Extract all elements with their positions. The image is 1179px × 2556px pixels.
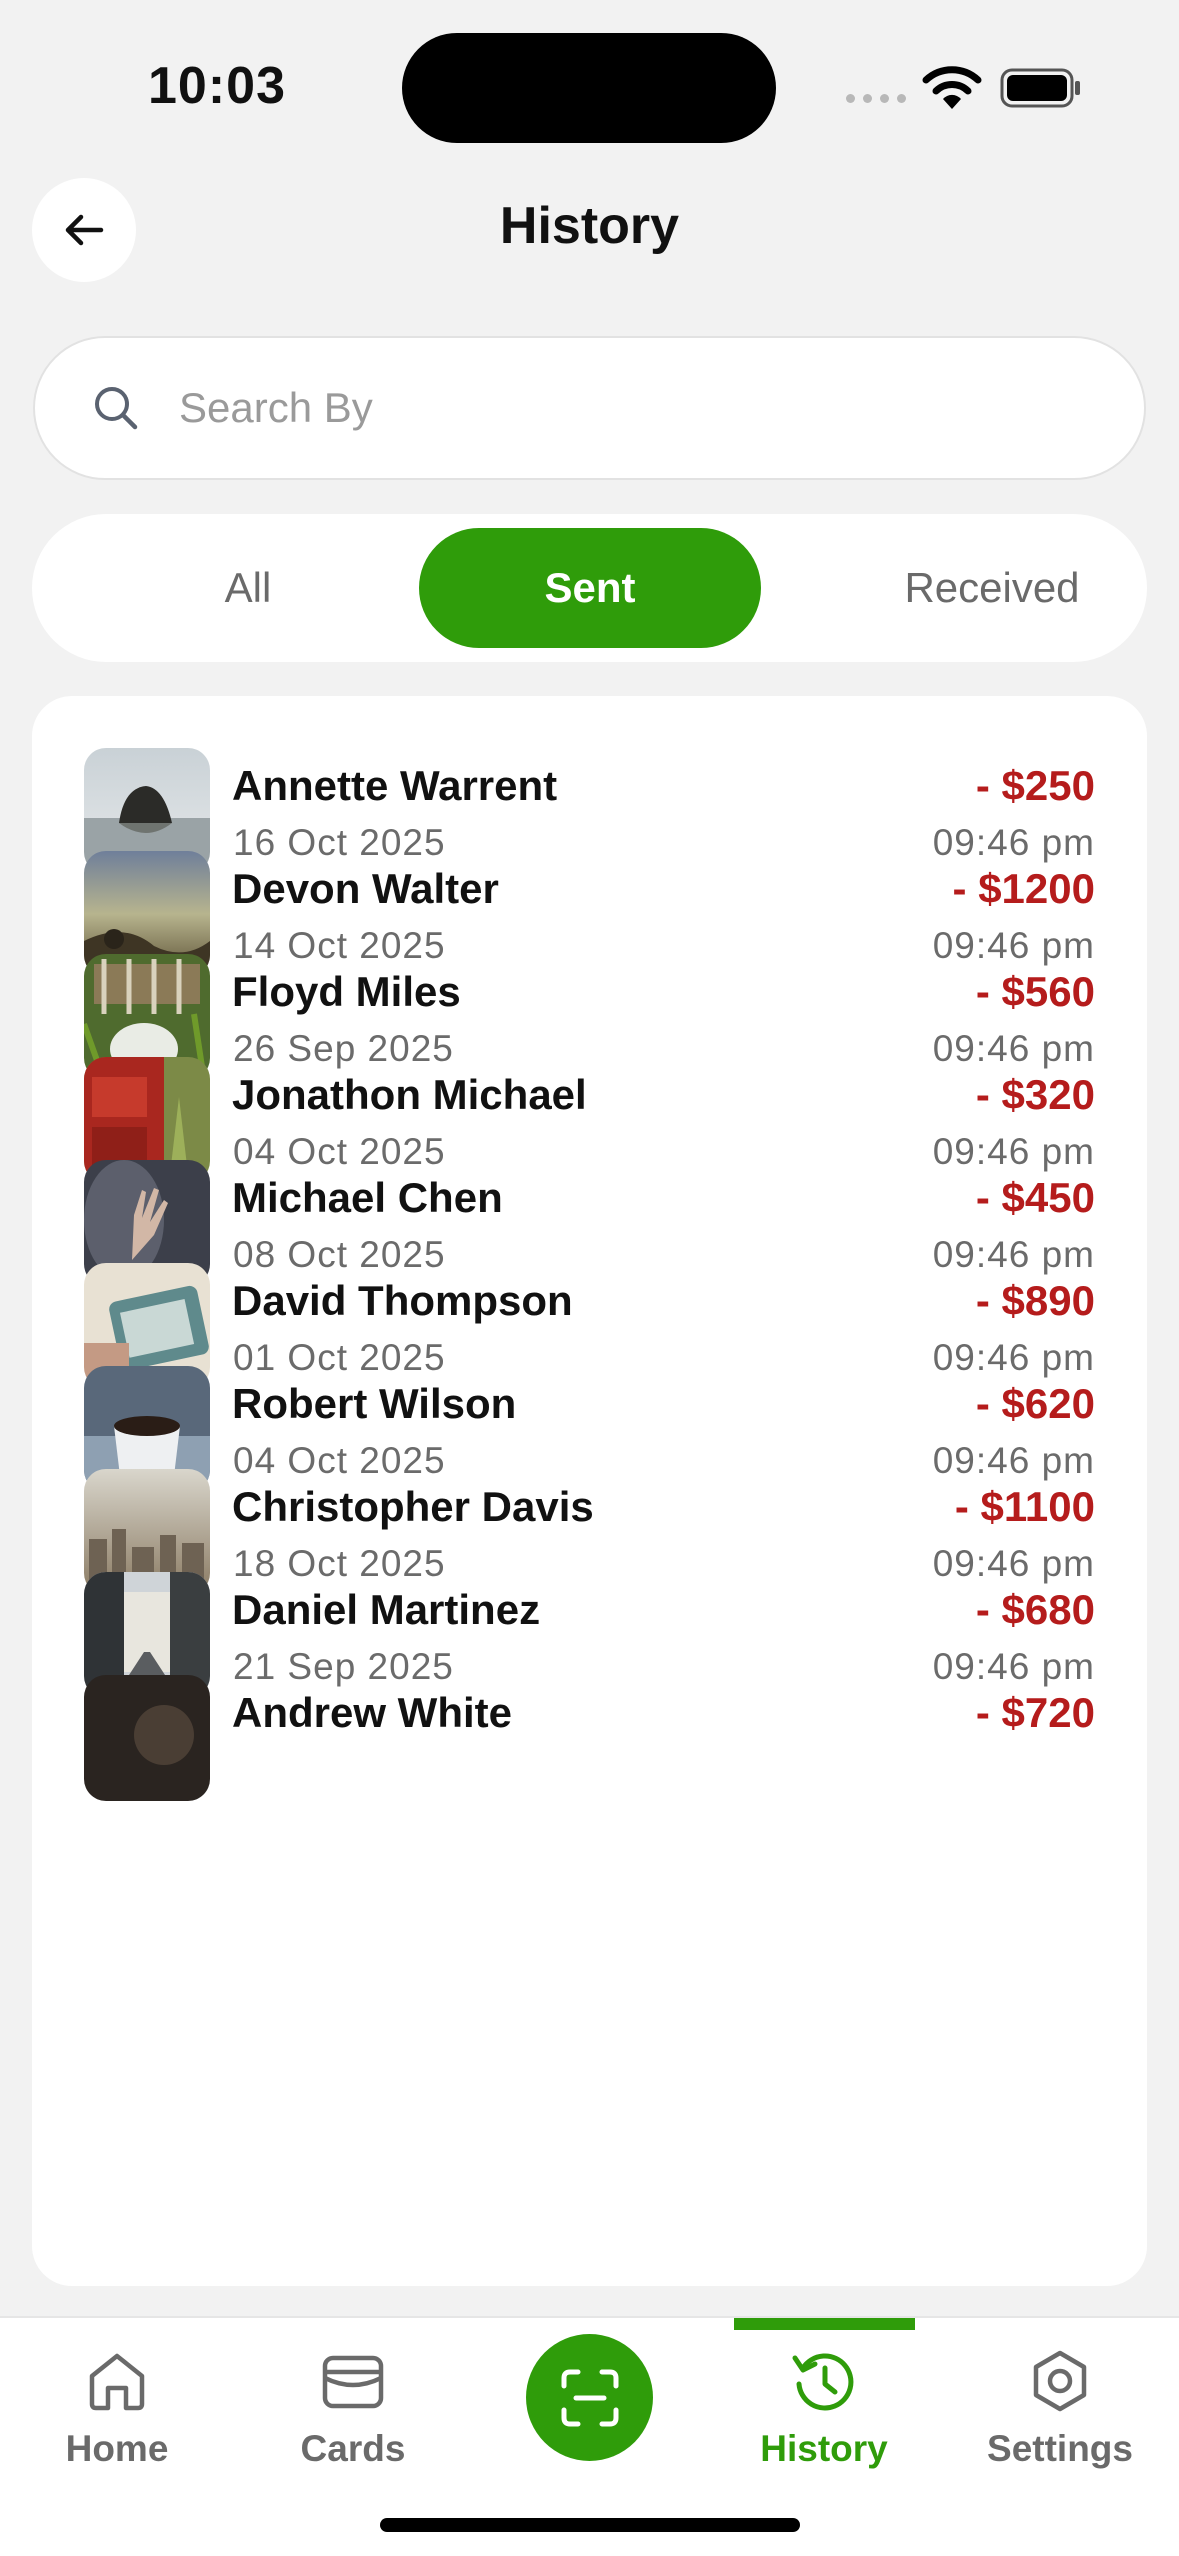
home-indicator [380, 2518, 800, 2532]
page-title: History [499, 197, 680, 255]
nav-cards[interactable]: Cards [263, 2318, 443, 2518]
dynamic-island [402, 33, 776, 143]
transaction-list: Annette Warrent 16 Oct 2025 - $250 09:46… [32, 696, 1147, 2286]
nav-settings[interactable]: Settings [970, 2318, 1150, 2518]
wallet-icon [322, 2355, 384, 2409]
transaction-amount: - $720 [975, 1689, 1095, 1736]
nav-history-label: History [760, 2428, 888, 2469]
transaction-row[interactable]: Andrew White - $720 [32, 1623, 1147, 1801]
status-time: 10:03 [148, 57, 286, 115]
cellular-signal-icon [846, 94, 906, 103]
tab-sent[interactable]: Sent [419, 528, 761, 648]
home-icon [89, 2353, 145, 2411]
filter-tabs: All Sent Received [32, 514, 1147, 662]
nav-cards-label: Cards [300, 2428, 406, 2469]
search-icon [95, 387, 138, 430]
search-input[interactable] [179, 384, 979, 432]
tab-all[interactable]: All [112, 528, 384, 648]
hexagon-settings-icon [1033, 2350, 1087, 2412]
scan-button[interactable] [526, 2334, 653, 2461]
nav-settings-label: Settings [987, 2428, 1133, 2469]
nav-history[interactable]: History [734, 2318, 914, 2518]
history-icon [792, 2353, 854, 2411]
nav-home[interactable]: Home [27, 2318, 207, 2518]
wifi-icon [922, 66, 982, 109]
avatar [84, 1675, 210, 1801]
transaction-name: Andrew White [232, 1689, 512, 1736]
search-bar[interactable] [33, 336, 1146, 480]
tab-received[interactable]: Received [796, 528, 1179, 648]
nav-home-label: Home [65, 2428, 169, 2469]
app-screen: 10:03 History All Sent Received [0, 0, 1179, 2556]
scan-icon [561, 2369, 618, 2426]
battery-icon [1000, 68, 1080, 108]
